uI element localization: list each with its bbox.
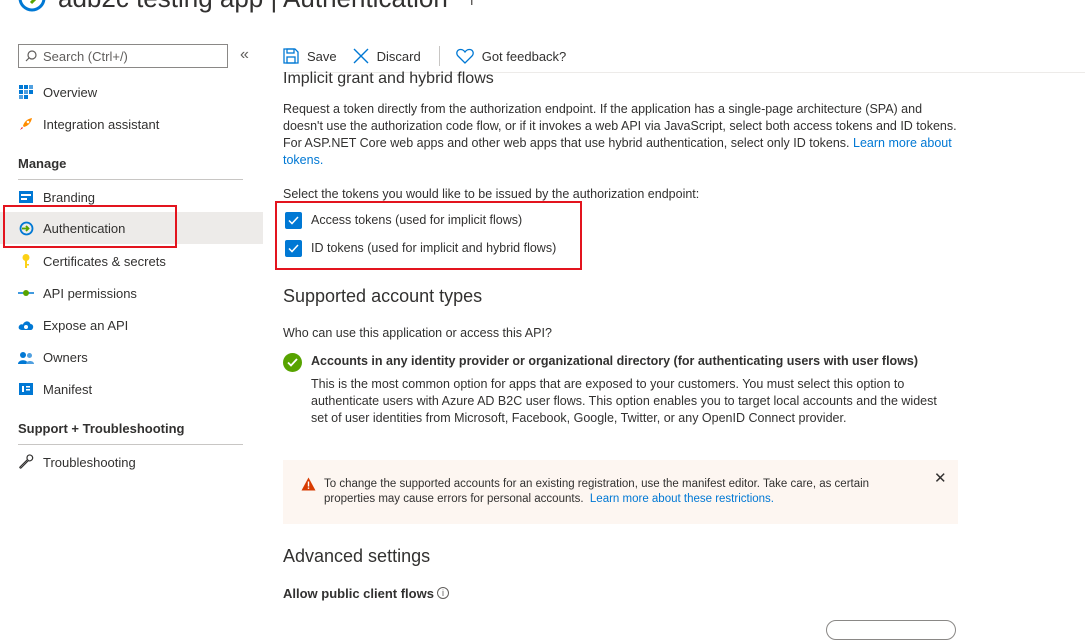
cloud-icon xyxy=(17,316,35,334)
section-divider xyxy=(18,179,243,180)
heart-icon xyxy=(455,48,474,64)
description-line: Request a token directly from the author… xyxy=(283,102,923,116)
save-button[interactable]: Save xyxy=(283,48,337,64)
page-header: adb2c testing app | Authentication ⚲ xyxy=(18,0,478,16)
authentication-app-icon xyxy=(18,0,46,12)
info-icon[interactable]: i xyxy=(436,587,449,599)
public-client-flows-toggle[interactable] xyxy=(826,620,956,640)
sidebar-item-manifest[interactable]: Manifest xyxy=(0,373,263,405)
sidebar-item-label: Integration assistant xyxy=(43,116,160,132)
feedback-label: Got feedback? xyxy=(481,48,567,64)
manifest-icon xyxy=(17,380,35,398)
manage-section-heading: Manage xyxy=(18,156,67,171)
pin-icon[interactable]: ⚲ xyxy=(466,0,478,8)
selected-account-type: Accounts in any identity provider or org… xyxy=(311,354,919,368)
key-icon xyxy=(17,252,35,270)
learn-more-restrictions-link[interactable]: Learn more about these restrictions. xyxy=(590,493,774,505)
learn-more-tokens-link-cont[interactable]: tokens. xyxy=(283,153,323,167)
support-section-heading: Support + Troubleshooting xyxy=(18,421,185,436)
account-types-question: Who can use this application or access t… xyxy=(283,326,552,340)
sidebar-item-label: Manifest xyxy=(43,381,93,397)
search-input[interactable]: Search (Ctrl+/) xyxy=(18,44,228,68)
rocket-icon xyxy=(17,115,35,133)
sidebar-item-label: Expose an API xyxy=(43,317,129,333)
learn-more-tokens-link[interactable]: Learn more about xyxy=(853,136,952,150)
command-toolbar: Save Discard Got feedback? xyxy=(283,42,582,70)
implicit-grant-heading: Implicit grant and hybrid flows xyxy=(283,70,494,87)
save-icon xyxy=(283,48,299,64)
discard-icon xyxy=(353,48,369,64)
description-line: doesn't use the authorization code flow,… xyxy=(283,119,957,133)
sidebar-item-label: Troubleshooting xyxy=(43,454,136,470)
toolbar-separator xyxy=(438,46,440,66)
warning-line: properties may cause errors for personal… xyxy=(324,493,584,505)
account-types-heading: Supported account types xyxy=(283,286,483,306)
sidebar-item-label: Branding xyxy=(43,189,96,205)
sidebar-item-overview[interactable]: Overview xyxy=(0,76,263,108)
discard-label: Discard xyxy=(376,48,421,64)
feedback-button[interactable]: Got feedback? xyxy=(455,48,567,64)
warning-banner: To change the supported accounts for an … xyxy=(283,460,958,524)
public-client-flows-label: Allow public client flows i xyxy=(283,586,449,601)
advanced-settings-heading: Advanced settings xyxy=(283,546,431,566)
implicit-grant-description: Request a token directly from the author… xyxy=(283,101,1003,169)
sidebar-item-integration-assistant[interactable]: Integration assistant xyxy=(0,108,263,140)
search-placeholder: Search (Ctrl+/) xyxy=(43,48,128,64)
save-label: Save xyxy=(307,48,337,64)
api-permissions-icon xyxy=(17,284,35,302)
overview-grid-icon xyxy=(17,83,35,101)
description-line: For ASP.NET Core web apps and other web … xyxy=(283,135,1003,152)
selected-account-description: This is the most common option for apps … xyxy=(311,376,971,427)
description-line: set of user identities from Microsoft, F… xyxy=(311,411,847,425)
sidebar-item-owners[interactable]: Owners xyxy=(0,341,263,373)
warning-text: To change the supported accounts for an … xyxy=(324,477,914,507)
page-title: adb2c testing app | Authentication xyxy=(58,0,448,14)
success-check-icon xyxy=(283,353,302,372)
sidebar-item-troubleshooting[interactable]: Troubleshooting xyxy=(0,446,263,478)
sidebar-item-label: API permissions xyxy=(43,285,137,301)
sidebar-item-expose-api[interactable]: Expose an API xyxy=(0,309,263,341)
public-client-flows-text: Allow public client flows xyxy=(283,586,434,601)
close-icon[interactable]: ✕ xyxy=(934,469,947,487)
sidebar-item-label: Certificates & secrets xyxy=(43,253,166,269)
sidebar-item-label: Overview xyxy=(43,84,98,100)
authentication-highlight-box xyxy=(3,205,177,248)
description-line: This is the most common option for apps … xyxy=(311,377,905,391)
wrench-icon xyxy=(17,453,35,471)
collapse-sidebar-icon[interactable]: « xyxy=(240,46,249,64)
branding-icon xyxy=(17,188,35,206)
section-divider xyxy=(18,444,243,445)
warning-icon xyxy=(301,477,316,491)
search-icon xyxy=(25,50,37,62)
sidebar-item-api-permissions[interactable]: API permissions xyxy=(0,277,263,309)
warning-line: To change the supported accounts for an … xyxy=(324,478,870,490)
owners-icon xyxy=(17,348,35,366)
discard-button[interactable]: Discard xyxy=(353,48,421,64)
tokens-highlight-box xyxy=(275,201,582,270)
sidebar-item-certificates-secrets[interactable]: Certificates & secrets xyxy=(0,245,263,277)
description-text: For ASP.NET Core web apps and other web … xyxy=(283,136,850,150)
sidebar-item-label: Owners xyxy=(43,349,88,365)
description-line: authenticate users with Azure AD B2C use… xyxy=(311,394,937,408)
sidebar: Search (Ctrl+/) « Overview Integration a… xyxy=(0,36,263,624)
